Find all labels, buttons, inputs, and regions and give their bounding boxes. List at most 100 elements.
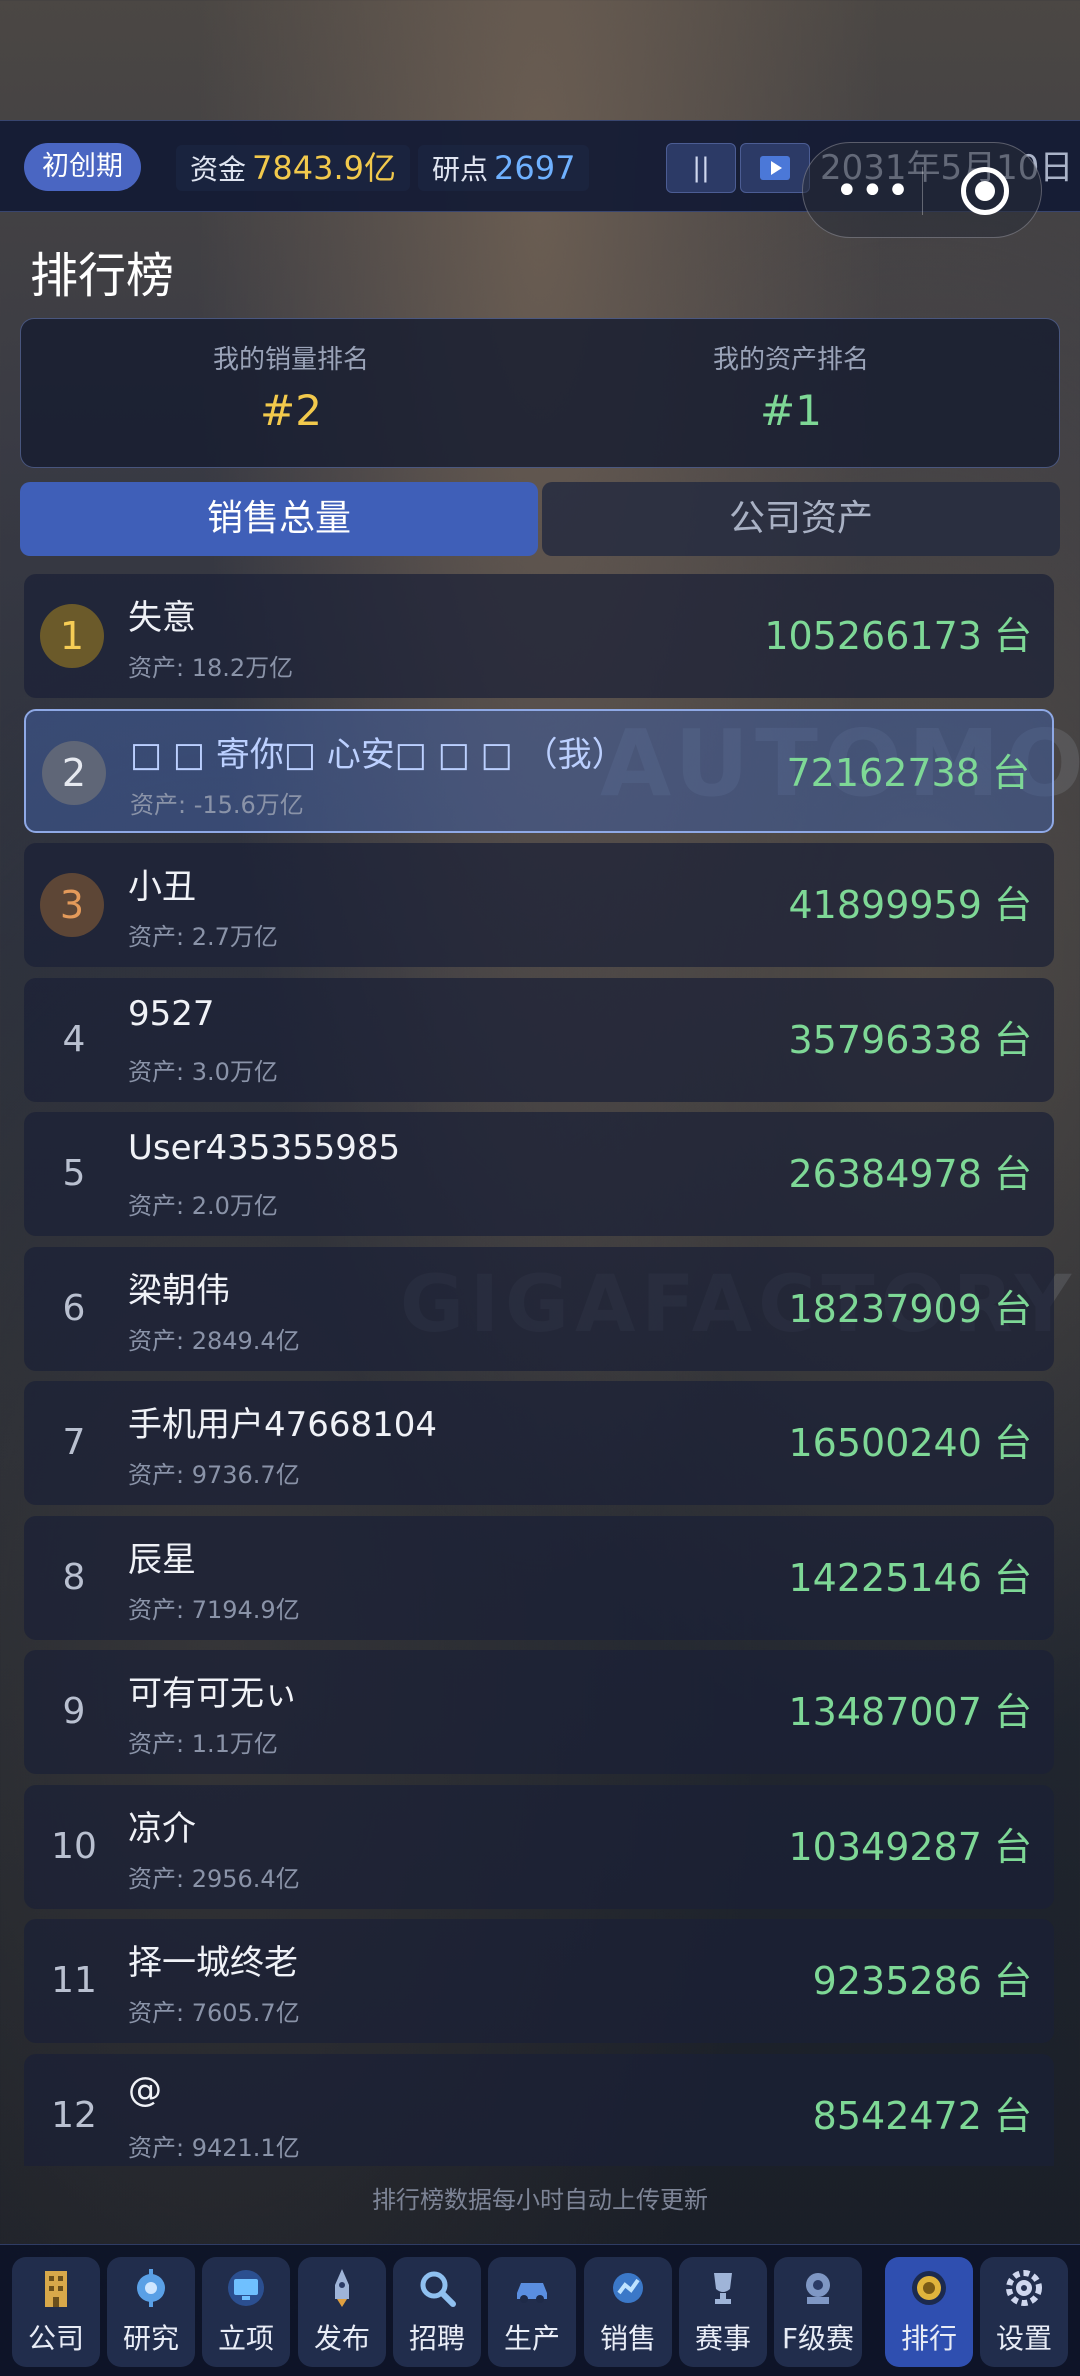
leaderboard-row[interactable]: 10 凉介 资产: 2956.4亿 10349287 台	[24, 1785, 1054, 1909]
update-footnote: 排行榜数据每小时自动上传更新	[372, 2186, 708, 2214]
player-name: 小丑	[128, 867, 196, 907]
my-assets-rank-value: #1	[760, 386, 822, 435]
nav-item-label: 设置	[995, 2322, 1052, 2355]
gear-icon	[1001, 2265, 1047, 2311]
funds-label: 资金	[190, 153, 247, 186]
my-assets-rank: 我的资产排名 #1	[541, 339, 1041, 435]
more-icon[interactable]: •••	[835, 171, 912, 211]
nav-item-label: F级赛	[781, 2322, 855, 2355]
close-icon[interactable]	[961, 167, 1009, 215]
player-sales: 41899959 台	[788, 883, 1033, 927]
nav-item[interactable]: 生产	[488, 2257, 576, 2367]
nav-item[interactable]: 销售	[584, 2257, 672, 2367]
player-assets: 资产: 7194.9亿	[128, 1596, 300, 1624]
sales-icon	[605, 2265, 651, 2311]
player-name: 可有可无ぃ	[128, 1674, 298, 1714]
player-name: 凉介	[128, 1809, 196, 1849]
player-assets: 资产: 7605.7亿	[128, 1999, 300, 2027]
funds-stat: 资金 7843.9亿	[176, 145, 410, 191]
player-sales: 72162738 台	[786, 751, 1031, 795]
rocket-icon	[319, 2265, 365, 2311]
player-name: 择一城终老	[128, 1943, 298, 1983]
leaderboard-row[interactable]: 9 可有可无ぃ资产: 1.1万亿 13487007 台	[24, 1650, 1054, 1774]
player-name: @	[128, 2070, 162, 2110]
silver-medal-icon: 2	[42, 741, 106, 805]
tab-sales[interactable]: 销售总量	[20, 482, 538, 556]
tab-assets[interactable]: 公司资产	[542, 482, 1060, 556]
play-button[interactable]	[740, 143, 810, 193]
player-sales: 13487007 台	[788, 1690, 1033, 1734]
pause-button[interactable]: ||	[666, 143, 736, 193]
nav-item[interactable]: 招聘	[393, 2257, 481, 2367]
leaderboard-row[interactable]: 6 梁朝伟 资产: 2849.4亿 18237909 台	[24, 1247, 1054, 1371]
nav-item-label: 发布	[313, 2322, 370, 2355]
leaderboard-row-me[interactable]: 2 □ □ 寄你□ 心安□ □ □ （我） 资产: -15.6万亿 72162738 …	[24, 709, 1054, 833]
research-value: 2697	[494, 149, 576, 187]
nav-item[interactable]: F级赛	[774, 2257, 862, 2367]
nav-item[interactable]: 设置	[980, 2257, 1068, 2367]
player-assets: 资产: 2.0万亿	[128, 1192, 278, 1220]
player-assets: 资产: 2849.4亿	[128, 1327, 300, 1355]
leaderboard-row[interactable]: 1 失意 资产: 18.2万亿 105266173 台	[24, 574, 1054, 698]
bottom-nav: 公司 研究 立项 发布 招聘 生产 销售 赛事 F级赛 排行 设置	[0, 2244, 1080, 2376]
player-sales: 9235286 台	[812, 1959, 1032, 2003]
rank-number: 9	[62, 1691, 86, 1732]
player-sales: 16500240 台	[788, 1421, 1033, 1465]
nav-item[interactable]: 立项	[202, 2257, 290, 2367]
leaderboard-row[interactable]: 3 小丑资产: 2.7万亿 41899959 台	[24, 843, 1054, 967]
leaderboard-row[interactable]: 7 手机用户47668104 资产: 9736.7亿 16500240 台	[24, 1381, 1054, 1505]
leaderboard-list[interactable]: 1 失意 资产: 18.2万亿 105266173 台 2 □ □ 寄你□ 心安□ □ □…	[24, 574, 1056, 2166]
leaderboard-row[interactable]: 4 9527 资产: 3.0万亿 35796338 台	[24, 978, 1054, 1102]
leaderboard-row[interactable]: 8 辰星 资产: 7194.9亿 14225146 台	[24, 1516, 1054, 1640]
player-assets: 资产: -15.6万亿	[130, 791, 304, 819]
trophy-icon	[700, 2265, 746, 2311]
player-name: 9527	[128, 994, 215, 1034]
my-ranks-card: 我的销量排名 #2 我的资产排名 #1	[20, 318, 1060, 468]
player-assets: 资产: 9421.1亿	[128, 2134, 300, 2162]
my-sales-rank-value: #2	[260, 386, 322, 435]
leaderboard-row[interactable]: 12 @ 资产: 9421.1亿 8542472 台	[24, 2054, 1054, 2166]
player-assets: 资产: 9736.7亿	[128, 1461, 300, 1489]
player-assets: 资产: 3.0万亿	[128, 1058, 278, 1086]
car-icon	[509, 2265, 555, 2311]
magnifier-icon	[414, 2265, 460, 2311]
race-icon	[795, 2265, 841, 2311]
research-icon	[128, 2265, 174, 2311]
medal-icon	[906, 2265, 952, 2311]
nav-item-label: 立项	[217, 2322, 274, 2355]
player-sales: 8542472 台	[812, 2094, 1032, 2138]
nav-item-label: 研究	[122, 2322, 179, 2355]
player-name: 手机用户47668104	[128, 1405, 438, 1445]
rank-number: 8	[62, 1557, 86, 1598]
page-title: 排行榜	[30, 248, 175, 304]
research-stat: 研点 2697	[418, 145, 590, 191]
player-sales: 105266173 台	[764, 614, 1032, 658]
nav-item[interactable]: 排行	[885, 2257, 973, 2367]
player-assets: 资产: 1.1万亿	[128, 1730, 278, 1758]
building-icon	[33, 2265, 79, 2311]
play-icon	[760, 156, 790, 180]
funds-value: 7843.9亿	[252, 149, 396, 187]
player-assets: 资产: 2.7万亿	[128, 923, 278, 951]
research-label: 研点	[432, 153, 489, 186]
bronze-medal-icon: 3	[40, 873, 104, 937]
my-sales-rank-label: 我的销量排名	[212, 345, 369, 375]
rank-number: 4	[62, 1019, 86, 1060]
my-sales-rank: 我的销量排名 #2	[41, 339, 541, 435]
player-sales: 18237909 台	[788, 1287, 1033, 1331]
nav-item-label: 生产	[503, 2322, 560, 2355]
ranking-tabs: 销售总量 公司资产	[20, 482, 1060, 556]
nav-item[interactable]: 赛事	[679, 2257, 767, 2367]
rank-number: 10	[51, 1826, 97, 1867]
leaderboard-row[interactable]: 5 User435355985 资产: 2.0万亿 26384978 台	[24, 1112, 1054, 1236]
leaderboard-row[interactable]: 11 择一城终老 资产: 7605.7亿 9235286 台	[24, 1919, 1054, 2043]
nav-item[interactable]: 研究	[107, 2257, 195, 2367]
miniprogram-capsule: •••	[802, 142, 1042, 238]
player-assets: 资产: 18.2万亿	[128, 654, 294, 682]
rank-number: 12	[51, 2095, 97, 2136]
player-sales: 35796338 台	[788, 1018, 1033, 1062]
nav-item[interactable]: 公司	[12, 2257, 100, 2367]
player-sales: 26384978 台	[788, 1152, 1033, 1196]
monitor-icon	[223, 2265, 269, 2311]
nav-item[interactable]: 发布	[298, 2257, 386, 2367]
